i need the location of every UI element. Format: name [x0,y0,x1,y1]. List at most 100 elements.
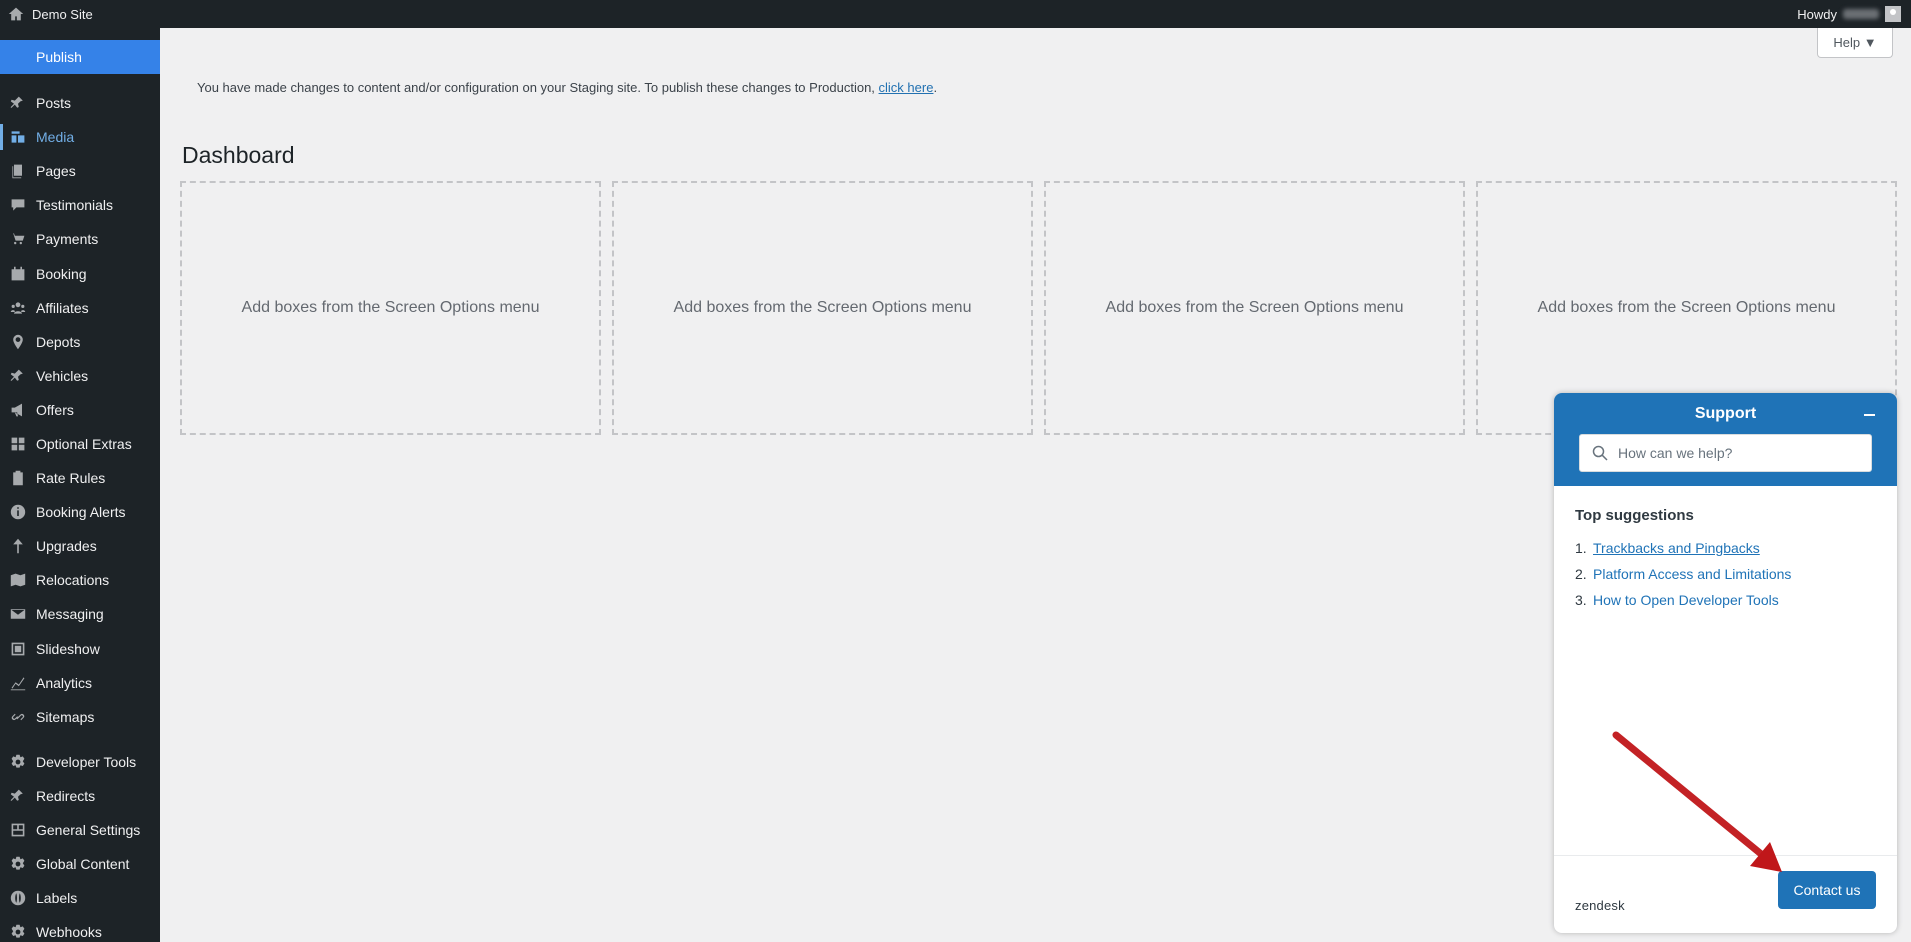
sidebar-item-label: Optional Extras [36,435,132,452]
howdy-label: Howdy [1797,6,1837,22]
sidebar-item-label: General Settings [36,822,141,839]
sidebar-item-label: Rate Rules [36,470,106,487]
notice-after: . [933,80,938,95]
contact-us-button[interactable]: Contact us [1778,871,1876,909]
search-placeholder: How can we help? [1618,445,1733,461]
pin-icon [0,788,36,804]
sidebar-item-label: Messaging [36,606,104,623]
clipboard-icon [0,470,36,486]
globe-icon [0,890,36,906]
publish-button[interactable]: Publish [0,40,160,74]
site-name-link[interactable]: Demo Site [8,0,93,28]
sidebar-item-upgrades[interactable]: Upgrades [0,529,160,563]
pin-icon [0,368,36,384]
page-title: Dashboard [182,142,295,168]
suggestion-item: 1. Trackbacks and Pingbacks [1575,535,1791,561]
layout-icon [0,822,36,838]
suggestion-number: 1. [1575,540,1587,556]
suggestion-number: 3. [1575,592,1587,608]
sidebar-item-pages[interactable]: Pages [0,154,160,188]
sidebar-item-label: Slideshow [36,640,100,657]
sidebar-item-vehicles[interactable]: Vehicles [0,359,160,393]
sidebar-item-testimonials[interactable]: Testimonials [0,188,160,222]
help-search-input[interactable]: How can we help? [1579,434,1872,472]
sidebar-item-label: Booking [36,265,87,282]
groups-icon [0,300,36,316]
sidebar-item-depots[interactable]: Depots [0,325,160,359]
zendesk-logo: zendesk [1575,898,1625,913]
suggestion-link[interactable]: Platform Access and Limitations [1593,566,1791,582]
sidebar-item-offers[interactable]: Offers [0,393,160,427]
sidebar-item-label: Developer Tools [36,753,137,770]
sidebar-item-label: Global Content [36,856,130,873]
dashboard-box-empty: Add boxes from the Screen Options menu [612,181,1033,435]
sidebar-item-label: Depots [36,333,81,350]
info-icon [0,504,36,520]
cart-icon [0,231,36,247]
sidebar-item-booking-alerts[interactable]: Booking Alerts [0,495,160,529]
sidebar-item-label: Labels [36,890,78,907]
sidebar-item-developer-tools[interactable]: Developer Tools [0,745,160,779]
sidebar-item-analytics[interactable]: Analytics [0,666,160,700]
sidebar-item-affiliates[interactable]: Affiliates [0,291,160,325]
account-menu[interactable]: Howdy [1797,0,1901,28]
sidebar-item-label: Relocations [36,572,110,589]
search-icon [1592,445,1608,461]
sidebar-item-payments[interactable]: Payments [0,222,160,256]
sidebar-item-messaging[interactable]: Messaging [0,597,160,631]
pin-icon [0,95,36,111]
pages-icon [0,163,36,179]
sidebar-item-label: Media [36,129,75,146]
sidebar-item-posts[interactable]: Posts [0,86,160,120]
sidebar-item-general-settings[interactable]: General Settings [0,813,160,847]
sidebar-item-webhooks[interactable]: Webhooks [0,915,160,942]
grid-icon [0,436,36,452]
sidebar-item-label: Pages [36,163,76,180]
sidebar-item-global-content[interactable]: Global Content [0,847,160,881]
sidebar-item-label: Webhooks [36,924,102,941]
megaphone-icon [0,402,36,418]
avatar [1885,6,1901,22]
sidebar-item-booking[interactable]: Booking [0,256,160,290]
suggestion-link[interactable]: Trackbacks and Pingbacks [1593,540,1760,556]
minimize-icon[interactable] [1861,407,1877,423]
media-icon [0,129,36,145]
support-widget-footer: zendesk Contact us [1554,855,1897,933]
location-icon [0,334,36,350]
mail-icon [0,606,36,622]
sidebar-item-label: Offers [36,401,74,418]
staging-notice: You have made changes to content and/or … [197,80,937,95]
sidebar-item-label: Payments [36,231,99,248]
blurred-username [1843,9,1879,19]
sidebar-item-slideshow[interactable]: Slideshow [0,632,160,666]
suggestion-link[interactable]: How to Open Developer Tools [1593,592,1779,608]
sidebar-item-label: Redirects [36,787,96,804]
sidebar-item-redirects[interactable]: Redirects [0,779,160,813]
sidebar-item-optional-extras[interactable]: Optional Extras [0,427,160,461]
suggestion-item: 3. How to Open Developer Tools [1575,587,1791,613]
sidebar-item-media[interactable]: Media [0,120,160,154]
gear-icon [0,754,36,770]
publish-click-here-link[interactable]: click here [879,80,934,95]
sidebar-item-label: Vehicles [36,367,89,384]
admin-menu: Posts Media Pages Testimonials Payments Booki… [0,86,160,942]
menu-separator [0,734,160,745]
sidebar-item-label: Booking Alerts [36,504,126,521]
sidebar-item-label: Posts [36,95,72,112]
suggestion-number: 2. [1575,566,1587,582]
sidebar-item-labels[interactable]: Labels [0,881,160,915]
suggestions-heading: Top suggestions [1575,507,1694,524]
sidebar-item-label: Analytics [36,674,93,691]
admin-bar: Demo Site Howdy [0,0,1911,28]
help-label: Help ▼ [1833,35,1877,50]
sidebar-item-sitemaps[interactable]: Sitemaps [0,700,160,734]
help-tab-button[interactable]: Help ▼ [1817,28,1893,58]
sidebar-item-rate-rules[interactable]: Rate Rules [0,461,160,495]
comment-icon [0,197,36,213]
dashboard-box-empty: Add boxes from the Screen Options menu [180,181,601,435]
sidebar-item-label: Upgrades [36,538,97,555]
sidebar-item-relocations[interactable]: Relocations [0,563,160,597]
chart-icon [0,675,36,691]
admin-sidebar: Publish Posts Media Pages Testimonials Payme… [0,28,160,942]
support-widget: Support How can we help? Top suggestions… [1554,393,1897,933]
